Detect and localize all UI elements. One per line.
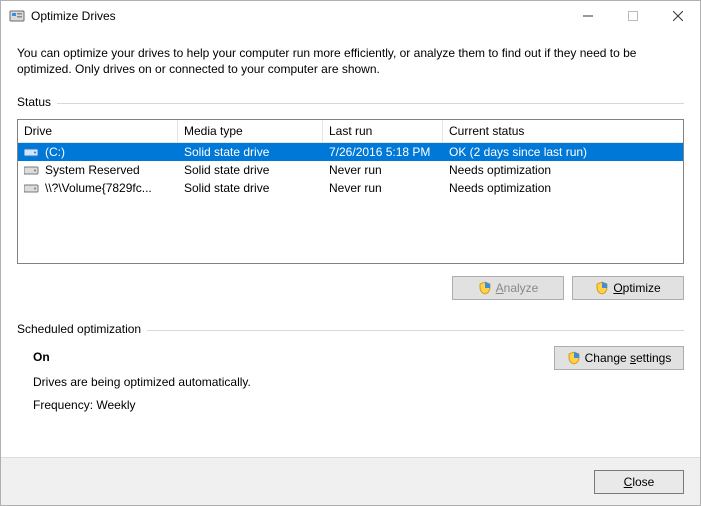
window-title: Optimize Drives [31,9,116,23]
close-button[interactable] [655,1,700,31]
shield-icon [478,281,492,295]
last-run: 7/26/2016 5:18 PM [323,145,443,159]
close-dialog-button[interactable]: Close [594,470,684,494]
media-type: Solid state drive [178,163,323,177]
bottom-bar: Close [1,457,700,505]
maximize-button[interactable] [610,1,655,31]
divider [147,330,684,331]
current-status: Needs optimization [443,163,683,177]
last-run: Never run [323,181,443,195]
shield-icon [567,351,581,365]
drive-icon [24,146,40,158]
col-media[interactable]: Media type [178,120,323,143]
analyze-label: Analyze [496,281,539,295]
shield-icon [595,281,609,295]
close-label: Close [624,475,655,489]
media-type: Solid state drive [178,181,323,195]
table-row[interactable]: System Reserved Solid state drive Never … [18,161,683,179]
col-last[interactable]: Last run [323,120,443,143]
intro-text: You can optimize your drives to help you… [17,45,684,77]
analyze-button[interactable]: Analyze [452,276,564,300]
current-status: Needs optimization [443,181,683,195]
drive-name: (C:) [45,145,65,159]
change-settings-label: Change settings [585,351,672,365]
table-row[interactable]: \\?\Volume{7829fc... Solid state drive N… [18,179,683,197]
optimize-label: Optimize [613,281,660,295]
drive-icon [24,182,40,194]
media-type: Solid state drive [178,145,323,159]
change-settings-button[interactable]: Change settings [554,346,684,370]
drive-table: Drive Media type Last run Current status… [17,119,684,264]
titlebar: Optimize Drives [1,1,700,31]
drive-icon [24,164,40,176]
scheduled-freq: Frequency: Weekly [33,394,534,417]
optimize-button[interactable]: Optimize [572,276,684,300]
last-run: Never run [323,163,443,177]
scheduled-desc: Drives are being optimized automatically… [33,371,534,394]
table-row[interactable]: (C:) Solid state drive 7/26/2016 5:18 PM… [18,143,683,161]
divider [57,103,684,104]
col-current[interactable]: Current status [443,120,683,143]
status-label: Status [17,95,51,109]
scheduled-label: Scheduled optimization [17,322,141,336]
table-header: Drive Media type Last run Current status [18,120,683,143]
current-status: OK (2 days since last run) [443,145,683,159]
minimize-button[interactable] [565,1,610,31]
col-drive[interactable]: Drive [18,120,178,143]
drive-name: System Reserved [45,163,140,177]
scheduled-state: On [33,346,534,369]
app-icon [9,8,25,24]
drive-name: \\?\Volume{7829fc... [45,181,152,195]
